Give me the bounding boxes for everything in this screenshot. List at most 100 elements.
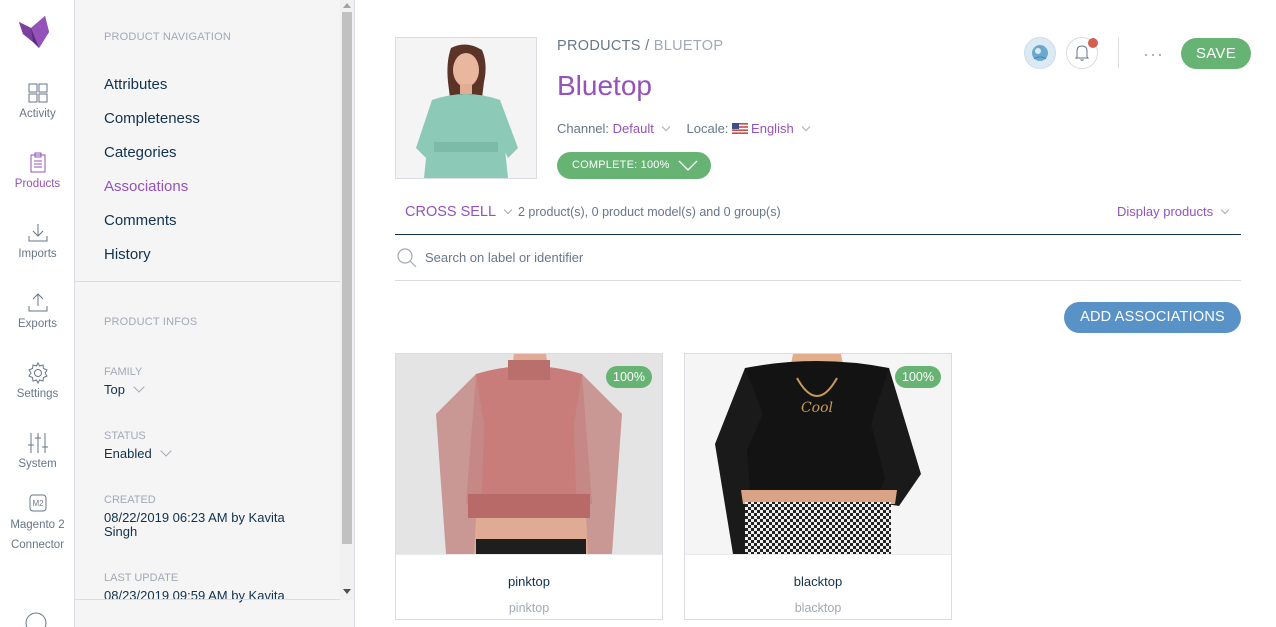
menu-item-imports[interactable]: Imports — [0, 221, 75, 260]
card-divider — [396, 554, 662, 555]
channel-label: Channel: — [557, 121, 610, 136]
exports-icon — [28, 293, 47, 312]
chevron-down-icon — [661, 122, 671, 132]
product-card-blacktop[interactable]: Cool 100% blacktop blacktop — [684, 353, 952, 620]
scroll-up-arrow-icon[interactable] — [343, 3, 351, 8]
menu-label-exports: Exports — [18, 318, 57, 330]
menu-item-products[interactable]: Products — [0, 151, 75, 190]
breadcrumb: PRODUCTS / BLUETOP — [557, 38, 723, 54]
chevron-down-icon — [503, 205, 513, 215]
search-icon — [397, 248, 417, 268]
product-thumbnail[interactable] — [395, 37, 537, 179]
menu-label-magento: Magento 2 — [10, 519, 65, 531]
breadcrumb-products[interactable]: PRODUCTS — [557, 38, 641, 54]
menu-label-activity: Activity — [19, 108, 56, 120]
status-select[interactable]: Enabled — [104, 445, 172, 461]
created-value: 08/22/2019 06:23 AM by Kavita Singh — [104, 510, 285, 539]
activity-icon — [28, 83, 47, 103]
menu-item-magento-connector[interactable]: M2 Magento 2 Connector — [0, 491, 75, 555]
menu-item-exports[interactable]: Exports — [0, 291, 75, 330]
nav-link-completeness[interactable]: Completeness — [104, 110, 200, 127]
menu-label-connector: Connector — [10, 539, 65, 551]
help-icon[interactable] — [24, 611, 48, 627]
nav-bottom-divider — [75, 599, 340, 600]
status-label: STATUS — [104, 430, 146, 442]
channel-value: Default — [612, 121, 654, 136]
chevron-down-icon — [160, 445, 172, 457]
product-photo — [396, 38, 536, 178]
menu-item-system[interactable]: System — [0, 431, 75, 470]
nav-link-attributes[interactable]: Attributes — [104, 76, 167, 93]
chevron-down-icon — [133, 381, 145, 393]
product-card-label: blacktop — [793, 574, 843, 589]
settings-icon — [27, 361, 48, 385]
m2-connector-icon: M2 — [29, 494, 46, 512]
header-separator — [1118, 37, 1119, 68]
completeness-label: COMPLETE: 100% — [572, 159, 670, 171]
breadcrumb-separator: / — [640, 38, 654, 54]
association-underline — [395, 234, 1241, 235]
chevron-down-icon — [678, 160, 698, 171]
search-input[interactable] — [425, 245, 1225, 269]
chevron-down-icon — [1220, 205, 1230, 215]
created-label: CREATED — [104, 494, 156, 506]
nav-link-associations[interactable]: Associations — [104, 178, 188, 195]
menu-item-activity[interactable]: Activity — [0, 81, 75, 120]
family-value: Top — [104, 382, 125, 397]
us-flag-icon — [732, 123, 749, 134]
menu-label-settings: Settings — [16, 388, 59, 400]
notification-dot — [1088, 38, 1098, 48]
product-column-nav: PRODUCT NAVIGATION Attributes Completene… — [75, 0, 355, 627]
scroll-down-arrow-icon[interactable] — [343, 589, 351, 594]
family-select[interactable]: Top — [104, 381, 145, 397]
nav-scrollbar-thumb[interactable] — [342, 12, 352, 544]
channel-switcher[interactable]: Channel: Default — [557, 121, 673, 136]
menu-label-products: Products — [14, 178, 61, 190]
product-card-identifier: blacktop — [794, 601, 842, 615]
completeness-dropdown[interactable]: COMPLETE: 100% — [557, 152, 711, 179]
association-type-select[interactable]: CROSS SELL — [405, 204, 513, 220]
status-value: Enabled — [104, 446, 152, 461]
system-icon — [27, 433, 48, 453]
locale-value: English — [751, 121, 794, 136]
display-products-select[interactable]: Display products — [1117, 204, 1230, 219]
product-infos-title: PRODUCT INFOS — [104, 316, 198, 328]
products-icon — [30, 152, 45, 173]
menu-item-settings[interactable]: Settings — [0, 361, 75, 400]
nav-divider — [75, 281, 340, 282]
completeness-badge: 100% — [895, 366, 941, 388]
user-avatar[interactable] — [1024, 37, 1056, 69]
association-type-label: CROSS SELL — [405, 204, 497, 220]
channel-locale-row: Channel: Default Locale: English — [557, 121, 810, 136]
search-underline — [395, 280, 1241, 281]
locale-switcher[interactable]: Locale: English — [686, 121, 810, 136]
last-update-value: 08/23/2019 09:59 AM by Kavita — [104, 588, 285, 603]
nav-link-categories[interactable]: Categories — [104, 144, 177, 161]
nav-link-comments[interactable]: Comments — [104, 212, 177, 229]
save-button[interactable]: SAVE — [1181, 38, 1251, 69]
nav-link-history[interactable]: History — [104, 246, 151, 263]
menu-label-system: System — [18, 458, 57, 470]
product-card-identifier: pinktop — [508, 601, 550, 615]
menu-label-imports: Imports — [18, 248, 57, 260]
association-count: 2 product(s), 0 product model(s) and 0 g… — [518, 205, 781, 219]
product-navigation-title: PRODUCT NAVIGATION — [104, 31, 232, 43]
svg-text:M2: M2 — [32, 499, 44, 508]
display-products-label: Display products — [1117, 204, 1214, 219]
product-card-pinktop[interactable]: 100% pinktop pinktop — [395, 353, 663, 620]
imports-icon — [28, 224, 47, 242]
more-actions-button[interactable]: ··· — [1143, 44, 1164, 65]
locale-label: Locale: — [686, 121, 729, 136]
main-menu: Activity Products Imports Exports Settin… — [0, 0, 75, 627]
card-divider — [685, 554, 951, 555]
breadcrumb-current: BLUETOP — [653, 38, 724, 54]
family-label: FAMILY — [104, 366, 143, 378]
product-card-label: pinktop — [508, 574, 550, 589]
svg-text:Cool: Cool — [801, 400, 833, 416]
completeness-badge: 100% — [606, 366, 652, 388]
akeneo-logo-icon[interactable] — [15, 14, 51, 50]
add-associations-button[interactable]: ADD ASSOCIATIONS — [1064, 302, 1241, 333]
avatar-image — [1032, 45, 1048, 61]
page-title: Bluetop — [557, 70, 652, 101]
last-update-label: LAST UPDATE — [104, 572, 179, 584]
